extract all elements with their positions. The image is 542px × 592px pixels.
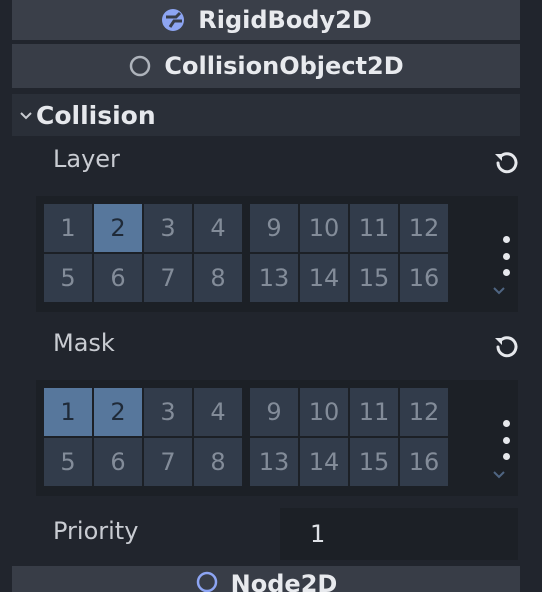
mask-bit-6[interactable]: 6: [94, 438, 142, 486]
priority-label: Priority: [53, 517, 139, 545]
layer-bit-2[interactable]: 2: [94, 204, 142, 252]
mask-bit-10[interactable]: 10: [300, 388, 348, 436]
mask-bit-3[interactable]: 3: [144, 388, 192, 436]
priority-input[interactable]: 1: [280, 508, 518, 560]
mask-bit-12[interactable]: 12: [400, 388, 448, 436]
layer-bit-1[interactable]: 1: [44, 204, 92, 252]
layer-bit-4[interactable]: 4: [194, 204, 242, 252]
layer-bit-5[interactable]: 5: [44, 254, 92, 302]
collision-section-header[interactable]: Collision: [12, 94, 520, 136]
inspector-panel: RigidBody2D CollisionObject2D Collision …: [0, 0, 542, 592]
collision-object-label: CollisionObject2D: [164, 52, 404, 80]
collision-object-icon: [128, 54, 152, 78]
rigidbody2d-label: RigidBody2D: [198, 6, 372, 34]
mask-label: Mask: [53, 329, 115, 357]
layer-more-chevron-icon[interactable]: [492, 286, 506, 296]
layer-bit-11[interactable]: 11: [350, 204, 398, 252]
collision-object-class-header[interactable]: CollisionObject2D: [12, 44, 520, 88]
layer-bit-6[interactable]: 6: [94, 254, 142, 302]
mask-more-chevron-icon[interactable]: [492, 470, 506, 480]
layer-bit-14[interactable]: 14: [300, 254, 348, 302]
mask-bit-9[interactable]: 9: [250, 388, 298, 436]
rigidbody2d-class-header[interactable]: RigidBody2D: [12, 0, 520, 40]
layer-bit-16[interactable]: 16: [400, 254, 448, 302]
mask-bit-15[interactable]: 15: [350, 438, 398, 486]
priority-value: 1: [310, 520, 326, 548]
mask-bit-7[interactable]: 7: [144, 438, 192, 486]
layer-bit-13[interactable]: 13: [250, 254, 298, 302]
layer-bit-12[interactable]: 12: [400, 204, 448, 252]
mask-bit-8[interactable]: 8: [194, 438, 242, 486]
layer-bit-8[interactable]: 8: [194, 254, 242, 302]
mask-bit-2[interactable]: 2: [94, 388, 142, 436]
mask-bit-13[interactable]: 13: [250, 438, 298, 486]
collision-section-label: Collision: [36, 100, 156, 130]
mask-bits-grid: 1 2 3 4 9 10 11 12 5 6 7 8 13 14 15 16: [36, 380, 518, 496]
node2d-class-header[interactable]: Node2D: [12, 566, 520, 592]
layer-bit-15[interactable]: 15: [350, 254, 398, 302]
layer-revert-icon[interactable]: [488, 144, 524, 180]
mask-bit-4[interactable]: 4: [194, 388, 242, 436]
layer-bit-9[interactable]: 9: [250, 204, 298, 252]
node2d-label: Node2D: [230, 570, 338, 592]
layer-label: Layer: [53, 145, 120, 173]
mask-menu-icon[interactable]: [496, 420, 516, 460]
mask-bit-14[interactable]: 14: [300, 438, 348, 486]
mask-bit-1[interactable]: 1: [44, 388, 92, 436]
layer-bit-3[interactable]: 3: [144, 204, 192, 252]
rigidbody2d-icon: [160, 7, 186, 33]
layer-bit-10[interactable]: 10: [300, 204, 348, 252]
layer-menu-icon[interactable]: [496, 236, 516, 276]
mask-revert-icon[interactable]: [488, 328, 524, 364]
node2d-icon: [195, 570, 219, 592]
layer-bits-grid: 1 2 3 4 9 10 11 12 5 6 7 8 13 14 15 16: [36, 196, 518, 312]
mask-bit-11[interactable]: 11: [350, 388, 398, 436]
mask-bit-5[interactable]: 5: [44, 438, 92, 486]
chevron-down-icon: [18, 107, 34, 123]
layer-bit-7[interactable]: 7: [144, 254, 192, 302]
mask-bit-16[interactable]: 16: [400, 438, 448, 486]
